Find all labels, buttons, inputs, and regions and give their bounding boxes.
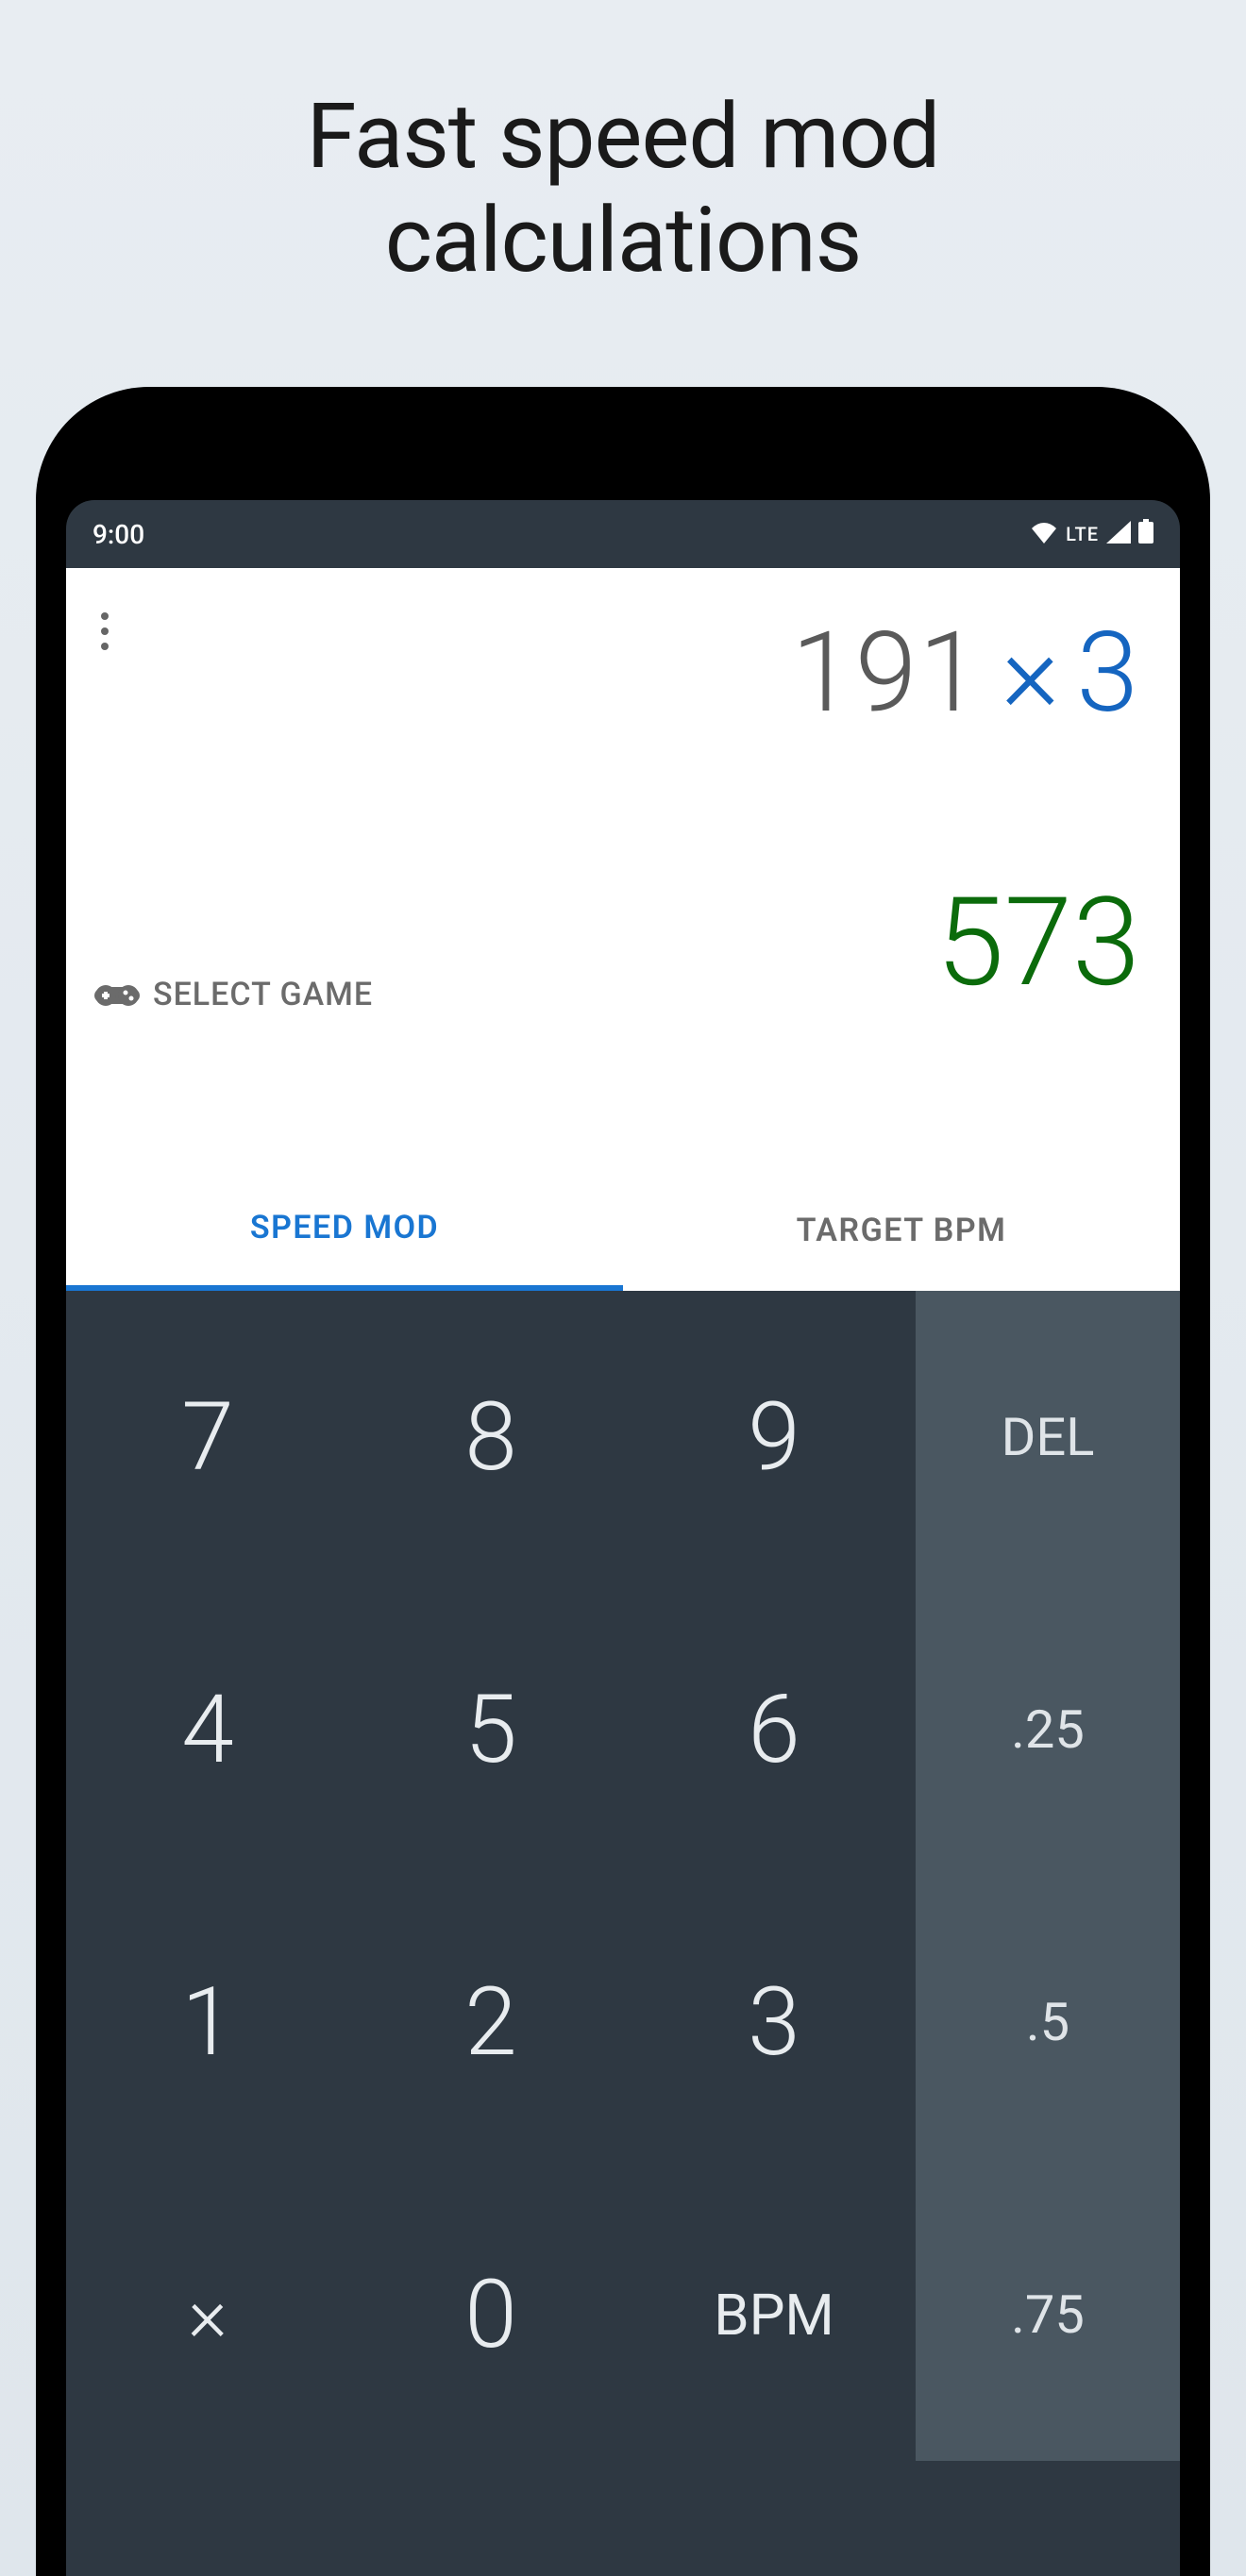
phone-side-button	[1203, 698, 1210, 830]
key-3[interactable]: 3	[632, 1876, 916, 2168]
key-6[interactable]: 6	[632, 1583, 916, 1876]
key-9[interactable]: 9	[632, 1291, 916, 1583]
key-multiply[interactable]: ×	[66, 2168, 349, 2461]
expression-operator: ×	[1002, 608, 1062, 738]
controller-icon	[94, 980, 140, 1009]
key-4[interactable]: 4	[66, 1583, 349, 1876]
signal-icon	[1106, 519, 1131, 550]
battery-icon	[1138, 519, 1153, 550]
expression-mod: 3	[1077, 608, 1140, 738]
status-time: 9:00	[93, 519, 144, 550]
wifi-icon	[1030, 519, 1058, 550]
phone-side-button	[1203, 887, 1210, 1095]
promo-headline: Fast speed modcalculations	[0, 85, 1246, 293]
result-display: 573	[936, 870, 1140, 1014]
status-indicators: LTE	[1030, 519, 1153, 550]
key-1[interactable]: 1	[66, 1876, 349, 2168]
key-5[interactable]: 5	[349, 1583, 632, 1876]
phone-screen: 9:00 LTE 191×3 573	[66, 500, 1180, 2576]
keypad: 7 8 9 DEL 4 5 6 .25 1 2 3 .5 × 0 BPM .75	[66, 1291, 1180, 2461]
key-2[interactable]: 2	[349, 1876, 632, 2168]
key-0[interactable]: 0	[349, 2168, 632, 2461]
display-area: 191×3 573 SELECT GAME SPEED MOD TARGET B…	[66, 568, 1180, 1291]
tab-target-bpm[interactable]: TARGET BPM	[623, 1170, 1180, 1291]
network-label: LTE	[1066, 523, 1099, 545]
select-game-label: SELECT GAME	[153, 976, 373, 1013]
key-bpm[interactable]: BPM	[632, 2168, 916, 2461]
expression-bpm: 191	[791, 608, 982, 738]
tabs: SPEED MOD TARGET BPM	[66, 1170, 1180, 1291]
key-half[interactable]: .5	[916, 1876, 1180, 2168]
tab-speed-mod[interactable]: SPEED MOD	[66, 1170, 623, 1291]
key-three-quarter[interactable]: .75	[916, 2168, 1180, 2461]
key-quarter[interactable]: .25	[916, 1583, 1180, 1876]
key-8[interactable]: 8	[349, 1291, 632, 1583]
status-bar: 9:00 LTE	[66, 500, 1180, 568]
key-del[interactable]: DEL	[916, 1291, 1180, 1583]
select-game-button[interactable]: SELECT GAME	[94, 976, 373, 1013]
expression-display: 191×3	[791, 608, 1140, 738]
phone-frame: 9:00 LTE 191×3 573	[36, 387, 1210, 2576]
key-7[interactable]: 7	[66, 1291, 349, 1583]
more-menu-button[interactable]	[100, 611, 109, 651]
